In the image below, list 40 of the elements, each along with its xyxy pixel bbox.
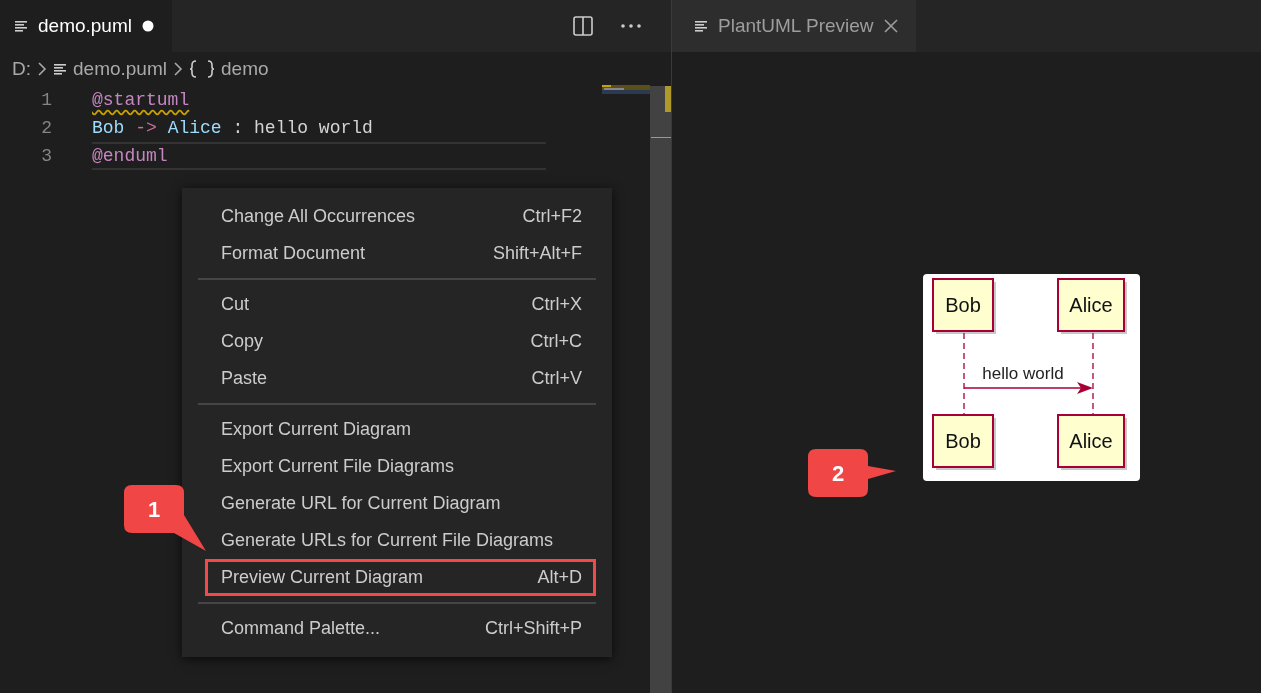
split-editor-icon[interactable] bbox=[573, 16, 593, 36]
editor-tab[interactable]: demo.puml bbox=[0, 0, 172, 52]
braces-icon bbox=[189, 60, 215, 78]
close-icon[interactable] bbox=[883, 19, 898, 33]
file-icon bbox=[694, 19, 708, 33]
more-icon[interactable] bbox=[621, 24, 641, 28]
line-number: 2 bbox=[40, 117, 53, 140]
menu-item[interactable]: Cut Ctrl+X bbox=[198, 286, 596, 323]
menu-item[interactable]: Command Palette... Ctrl+Shift+P bbox=[198, 610, 596, 647]
code-line: @startuml bbox=[92, 89, 191, 112]
preview-tab[interactable]: PlantUML Preview bbox=[672, 0, 916, 52]
breadcrumb-item[interactable]: D: bbox=[12, 58, 31, 80]
chevron-right-icon bbox=[173, 61, 183, 77]
message-label: hello world bbox=[982, 364, 1064, 383]
line-number: 3 bbox=[40, 145, 53, 168]
menu-item[interactable]: Export Current File Diagrams bbox=[198, 448, 596, 485]
menu-item[interactable]: Preview Current Diagram Alt+D bbox=[205, 559, 596, 596]
file-icon bbox=[14, 19, 28, 33]
participant-box: Alice bbox=[1057, 278, 1127, 334]
participant-box: Alice bbox=[1057, 414, 1127, 470]
line-number: 1 bbox=[40, 89, 53, 112]
menu-item[interactable]: Export Current Diagram bbox=[198, 411, 596, 448]
tab-title: demo.puml bbox=[38, 15, 132, 37]
menu-item[interactable]: Paste Ctrl+V bbox=[198, 360, 596, 397]
code-line: Bob -> Alice : hello world bbox=[92, 117, 374, 140]
participant-box: Bob bbox=[932, 414, 996, 470]
scrollbar[interactable] bbox=[650, 86, 671, 693]
callout-badge: 1 bbox=[124, 485, 208, 553]
breadcrumb-item[interactable]: demo.puml bbox=[73, 58, 167, 80]
scroll-marker-drawing bbox=[650, 86, 671, 138]
menu-item[interactable]: Format Document Shift+Alt+F bbox=[198, 235, 596, 272]
menu-item[interactable]: Copy Ctrl+C bbox=[198, 323, 596, 360]
code-line: @enduml bbox=[92, 142, 546, 170]
file-icon bbox=[53, 62, 67, 76]
tab-title: PlantUML Preview bbox=[718, 15, 874, 37]
participant-box: Bob bbox=[932, 278, 996, 334]
breadcrumb-item[interactable]: demo bbox=[221, 58, 269, 80]
unsaved-dot-icon bbox=[142, 20, 154, 32]
chevron-right-icon bbox=[37, 61, 47, 77]
menu-item[interactable]: Change All Occurrences Ctrl+F2 bbox=[198, 198, 596, 235]
